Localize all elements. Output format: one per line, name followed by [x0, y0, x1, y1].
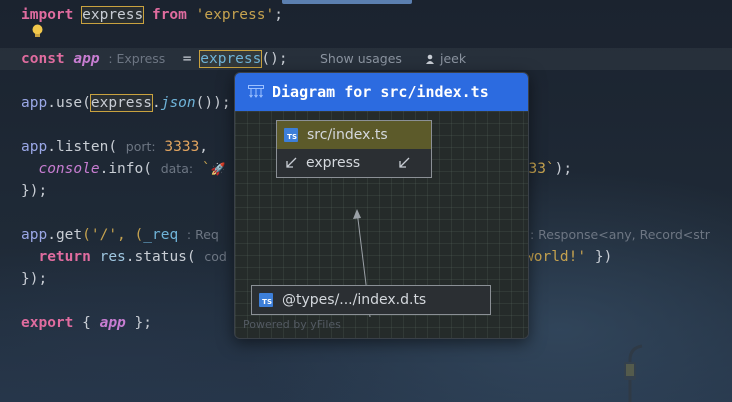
node-row-express[interactable]: express — [277, 149, 431, 177]
node-row-file[interactable]: TS src/index.ts — [277, 121, 431, 149]
paren-close: ); — [554, 161, 573, 177]
brace-close: }) — [586, 249, 613, 265]
keyword-from: from — [151, 7, 187, 23]
lamp-silhouette — [624, 344, 643, 402]
author-name: jeek — [440, 51, 467, 66]
variable-app[interactable]: app — [73, 51, 99, 67]
param-hint-data: data: — [160, 161, 194, 176]
method-status: status — [134, 249, 187, 265]
import-arrow-icon — [399, 157, 410, 168]
method-use: use — [55, 95, 83, 111]
dot: . — [47, 95, 56, 111]
string-literal: 'express' — [195, 7, 275, 23]
route-args: ('/', ( — [82, 227, 144, 243]
identifier-express[interactable]: express — [81, 6, 145, 24]
object-app: app — [21, 139, 48, 155]
code-line-6[interactable]: }); — [21, 180, 47, 202]
call-express[interactable]: express — [199, 50, 263, 68]
diagram-popup[interactable]: Diagram for src/index.ts TS src/index.ts… — [234, 72, 529, 339]
node-label-express: express — [306, 155, 361, 171]
ts-file-icon: TS — [284, 128, 298, 142]
code-line-9[interactable]: }); — [21, 268, 47, 290]
popup-title: Diagram for src/index.ts — [272, 83, 489, 101]
node-row-types[interactable]: TS @types/.../index.d.ts — [252, 286, 490, 314]
paren-close: ()); — [195, 95, 231, 111]
popup-header[interactable]: Diagram for src/index.ts — [235, 73, 528, 111]
template-start: ` — [201, 161, 211, 177]
keyword-export: export — [21, 315, 74, 331]
code-line-2[interactable]: const app : Express = express(); — [21, 48, 288, 70]
show-usages-link[interactable]: Show usages — [320, 48, 402, 70]
node-types-index[interactable]: TS @types/.../index.d.ts — [251, 285, 491, 315]
user-icon — [426, 54, 434, 64]
brace-close: }; — [134, 315, 152, 331]
string-tail: world!' — [525, 249, 587, 265]
method-listen: listen — [55, 139, 109, 155]
code-line-5[interactable]: console.info( data: `🚀 — [21, 158, 226, 180]
horizontal-scrollbar-thumb[interactable] — [282, 0, 412, 4]
diagram-icon — [248, 85, 264, 98]
code-line-1[interactable]: import express from 'express'; — [21, 4, 283, 26]
number-port: 3333 — [164, 139, 200, 155]
method-info: info — [108, 161, 144, 177]
code-line-3[interactable]: app.use(express.json()); — [21, 92, 231, 114]
keyword-return: return — [38, 249, 91, 265]
object-app: app — [21, 227, 48, 243]
type-hint-req: : Req — [186, 227, 219, 242]
import-arrow-icon — [286, 157, 297, 168]
type-inlay-hint: : Express — [108, 51, 166, 66]
dot: . — [151, 95, 161, 111]
variable-app: app — [99, 315, 126, 331]
node-label-file: src/index.ts — [307, 127, 388, 143]
brace-open: { — [82, 315, 91, 331]
semicolon: ; — [274, 7, 283, 23]
keyword-const: const — [21, 51, 65, 67]
node-src-index[interactable]: TS src/index.ts express — [276, 120, 432, 178]
node-label-types: @types/.../index.d.ts — [282, 292, 427, 308]
keyword-import: import — [21, 7, 74, 23]
paren: ( — [108, 139, 118, 155]
param-hint-port: port: — [125, 139, 156, 154]
object-res: res — [99, 249, 126, 265]
object-console: console — [38, 161, 100, 177]
code-line-7[interactable]: app.get('/', (_req : Req — [21, 224, 219, 246]
yfiles-watermark: Powered by yFiles — [243, 318, 341, 331]
object-app: app — [21, 95, 48, 111]
author-hint[interactable]: jeek — [425, 48, 466, 70]
method-get: get — [55, 227, 83, 243]
paren: ( — [186, 249, 196, 265]
call-parens: (); — [261, 51, 288, 67]
code-line-4[interactable]: app.listen( port: 3333, — [21, 136, 208, 158]
arg-express[interactable]: express — [89, 94, 153, 112]
ts-file-icon: TS — [259, 293, 273, 307]
param-hint-code: cod — [204, 249, 227, 264]
method-json: json — [160, 95, 196, 111]
lightbulb-icon[interactable] — [31, 24, 44, 38]
param-req: _req — [143, 227, 179, 243]
comma: , — [199, 139, 209, 155]
type-hint-response: : Response<any, Record<str — [530, 227, 710, 242]
paren: ( — [143, 161, 152, 177]
paren: ( — [82, 95, 91, 111]
code-line-8[interactable]: return res.status( cod — [21, 246, 227, 268]
code-line-10[interactable]: export { app }; — [21, 312, 152, 334]
code-line-7-tail: : Response<any, Record<str — [530, 224, 710, 246]
diagram-canvas[interactable]: TS src/index.ts express TS @types/.../in… — [235, 111, 528, 338]
rocket-emoji: 🚀 — [210, 162, 226, 176]
equals-sign: = — [182, 51, 192, 67]
code-line-8-tail: world!' }) — [525, 246, 612, 268]
